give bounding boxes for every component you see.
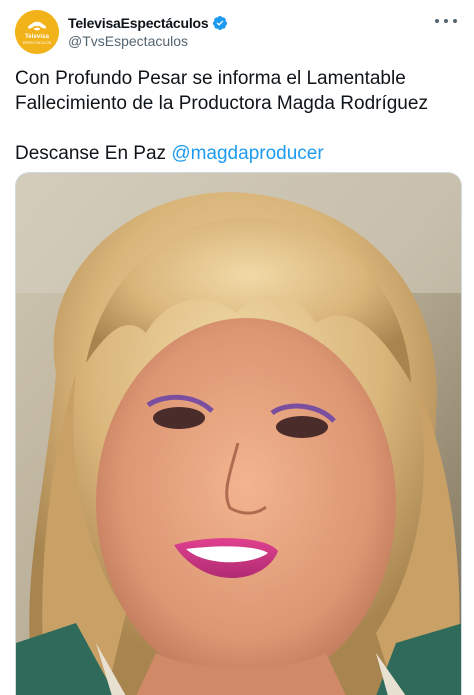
- avatar[interactable]: Televisa ESPECTÁCULOS: [15, 10, 59, 54]
- tweet-photo[interactable]: [15, 172, 462, 695]
- display-name-row: TelevisaEspectáculos: [68, 14, 228, 32]
- tweet-text-prefix: Descanse En Paz: [15, 143, 172, 164]
- more-options-icon[interactable]: [435, 14, 457, 28]
- tweet-header: Televisa ESPECTÁCULOS TelevisaEspectácul…: [15, 10, 459, 54]
- display-name[interactable]: TelevisaEspectáculos: [68, 14, 209, 32]
- tweet-card[interactable]: Televisa ESPECTÁCULOS TelevisaEspectácul…: [0, 0, 474, 695]
- mention-link[interactable]: @magdaproducer: [171, 143, 323, 164]
- tweet-text-line-3: Descanse En Paz @magdaproducer: [15, 141, 459, 166]
- account-names: TelevisaEspectáculos @TvsEspectaculos: [68, 14, 228, 50]
- tweet-text-line-2: Fallecimiento de la Productora Magda Rod…: [15, 93, 428, 114]
- tweet-text-line-1: Con Profundo Pesar se informa el Lamenta…: [15, 68, 406, 89]
- avatar-brand-text: Televisa: [24, 34, 50, 40]
- portrait-image: [16, 173, 461, 695]
- verified-badge-icon: [212, 15, 228, 31]
- tweet-text: Con Profundo Pesar se informa el Lamenta…: [15, 66, 459, 166]
- account-handle[interactable]: @TvsEspectaculos: [68, 32, 228, 50]
- avatar-sub-text: ESPECTÁCULOS: [22, 41, 52, 45]
- televisa-logo-icon: [15, 10, 59, 54]
